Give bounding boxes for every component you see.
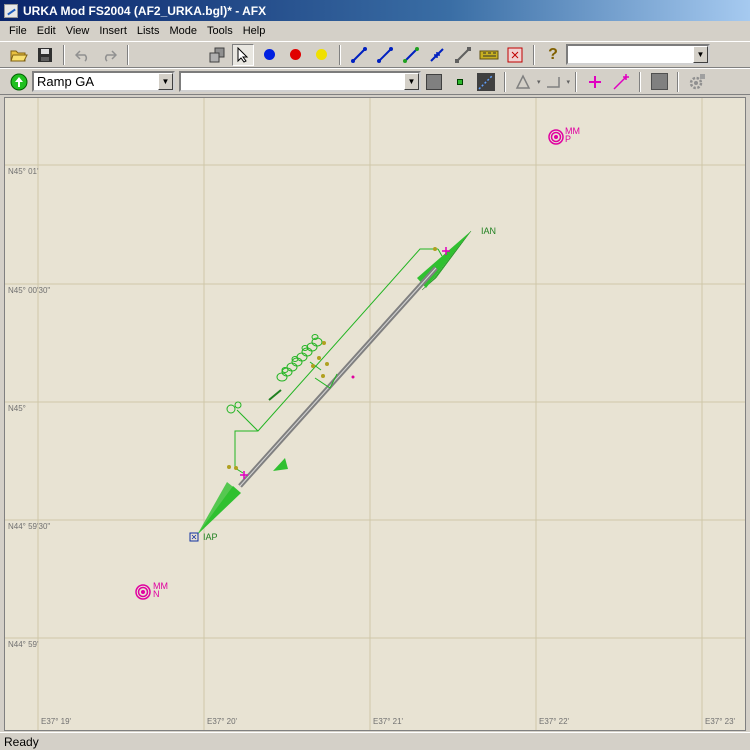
lat-label: N44° 59'30"	[8, 522, 50, 531]
path-tool-icon[interactable]	[513, 71, 535, 93]
open-folder-icon[interactable]	[8, 44, 30, 66]
magenta-line-icon[interactable]	[610, 71, 632, 93]
marker-beacon-n[interactable]: MM N	[135, 581, 168, 600]
link-blue-icon[interactable]	[348, 44, 370, 66]
link-split-icon[interactable]	[426, 44, 448, 66]
redo-icon[interactable]	[98, 44, 120, 66]
magenta-plus-icon[interactable]	[584, 71, 606, 93]
taxiway-network[interactable]	[234, 248, 443, 474]
lat-label: N45°	[8, 404, 26, 413]
chevron-down-icon[interactable]: ▾	[537, 78, 541, 86]
menu-bar: File Edit View Insert Lists Mode Tools H…	[0, 21, 750, 40]
lat-label: N45° 00'30"	[8, 286, 50, 295]
menu-lists[interactable]: Lists	[132, 25, 165, 37]
runway[interactable]	[238, 266, 438, 488]
select-arrow-icon[interactable]	[232, 43, 254, 66]
link-green-icon[interactable]	[400, 44, 422, 66]
settings-gear-icon[interactable]	[686, 71, 708, 93]
link-blue-alt-icon[interactable]	[374, 44, 396, 66]
chevron-down-icon[interactable]: ▼	[404, 73, 419, 90]
app-icon	[4, 3, 18, 18]
menu-file[interactable]: File	[4, 25, 32, 37]
map-grid	[5, 98, 745, 730]
dashed-line-icon[interactable]	[475, 71, 497, 93]
search-combo[interactable]: ▼	[566, 44, 710, 65]
lon-label: E37° 22'	[539, 717, 570, 726]
lon-label: E37° 21'	[373, 717, 404, 726]
menu-view[interactable]: View	[61, 25, 95, 37]
add-yellow-node-icon[interactable]	[310, 44, 332, 66]
status-bar: Ready	[0, 732, 750, 750]
marker-p-line2: P	[565, 134, 571, 144]
marker-beacon-p[interactable]: MM P	[548, 126, 580, 145]
corner-tool-icon[interactable]	[543, 71, 565, 93]
gray-block-icon[interactable]	[648, 71, 670, 93]
chevron-down-icon[interactable]: ▼	[693, 46, 708, 63]
ils-south[interactable]: IAP	[189, 482, 241, 542]
toolbar-separator	[533, 44, 535, 65]
toolbar-separator	[127, 44, 129, 65]
lon-label: E37° 19'	[41, 717, 72, 726]
parking-apron[interactable]	[226, 334, 323, 414]
help-icon[interactable]: ?	[542, 44, 564, 66]
green-arrow-up-icon[interactable]	[8, 71, 30, 93]
toolbar-separator	[575, 71, 578, 92]
runway-end-markers	[240, 247, 450, 479]
save-disk-icon[interactable]	[34, 44, 56, 66]
ils-label-north: IAN	[481, 226, 496, 236]
map-view[interactable]: N45° 01' N45° 00'30" N45° N44° 59'30" N4…	[4, 97, 746, 731]
taxi-nodes[interactable]	[227, 247, 437, 470]
gray-square-icon[interactable]	[423, 71, 445, 93]
title-bar: URKA Mod FS2004 (AF2_URKA.bgl)* - AFX	[0, 0, 750, 21]
lat-label: N45° 01'	[8, 167, 39, 176]
delete-icon[interactable]	[504, 44, 526, 66]
toolbar-separator	[504, 71, 506, 92]
green-small-square-icon[interactable]	[449, 71, 471, 93]
toolbar-separator	[639, 71, 642, 92]
layers-icon[interactable]	[206, 44, 228, 66]
menu-insert[interactable]: Insert	[94, 25, 132, 37]
ils-north[interactable]: IAN	[417, 226, 496, 291]
add-blue-node-icon[interactable]	[258, 44, 280, 66]
object-type-combo[interactable]: Ramp GA ▼	[32, 71, 175, 92]
lat-label: N44° 59'	[8, 640, 39, 649]
menu-mode[interactable]: Mode	[165, 25, 203, 37]
object-name-combo[interactable]: ▼	[179, 71, 421, 92]
toolbar-separator	[339, 44, 341, 65]
ils-label-south: IAP	[203, 532, 218, 542]
lon-label: E37° 23'	[705, 717, 736, 726]
approach-arrow-marker[interactable]	[273, 458, 288, 471]
menu-help[interactable]: Help	[238, 25, 271, 37]
map-canvas[interactable]: N45° 01' N45° 00'30" N45° N44° 59'30" N4…	[5, 98, 746, 731]
lon-label: E37° 20'	[207, 717, 238, 726]
status-text: Ready	[4, 734, 39, 749]
object-toolbar: Ramp GA ▼ ▼ ▾ ▾	[0, 68, 750, 95]
chevron-down-icon[interactable]: ▼	[158, 73, 173, 90]
jetway-icon[interactable]	[478, 44, 500, 66]
main-toolbar: ? ▼	[0, 41, 750, 68]
add-red-node-icon[interactable]	[284, 44, 306, 66]
object-type-value: Ramp GA	[37, 74, 95, 89]
menu-edit[interactable]: Edit	[32, 25, 61, 37]
marker-n-line2: N	[153, 589, 160, 599]
chevron-down-icon[interactable]: ▾	[567, 78, 571, 86]
toolbar-separator	[63, 44, 65, 65]
link-gray-icon[interactable]	[452, 44, 474, 66]
window-title: URKA Mod FS2004 (AF2_URKA.bgl)* - AFX	[23, 3, 267, 18]
menu-tools[interactable]: Tools	[202, 25, 238, 37]
toolbar-separator	[677, 71, 680, 92]
undo-icon[interactable]	[72, 44, 94, 66]
